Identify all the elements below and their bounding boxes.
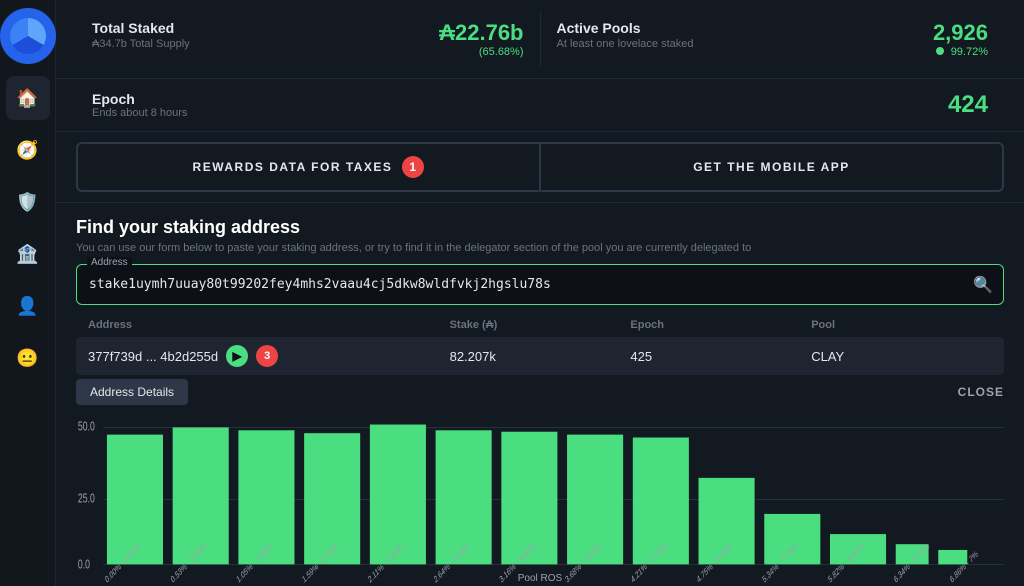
active-pools-value: 2,926 bbox=[933, 20, 988, 46]
epoch-row: Epoch Ends about 8 hours 424 bbox=[56, 79, 1024, 132]
total-staked-sublabel: ₳34.7b Total Supply bbox=[92, 38, 190, 50]
col-epoch: Epoch bbox=[630, 319, 811, 331]
rewards-button-label: REWARDS DATA FOR TAXES bbox=[193, 160, 393, 174]
rewards-data-button[interactable]: REWARDS DATA FOR TAXES 1 bbox=[76, 142, 541, 192]
bar-chart: 50.0 25.0 0.0 bbox=[76, 413, 1004, 586]
search-title: Find your staking address bbox=[76, 217, 1004, 238]
epoch-value: 424 bbox=[948, 91, 988, 119]
row-badge: 3 bbox=[256, 345, 278, 367]
rewards-badge: 1 bbox=[402, 156, 424, 178]
active-pools-sublabel: At least one lovelace staked bbox=[557, 38, 694, 50]
epoch-sublabel: Ends about 8 hours bbox=[92, 107, 187, 119]
bar-11 bbox=[764, 514, 820, 564]
row-arrow-icon: ▶ bbox=[226, 345, 248, 367]
col-pool: Pool bbox=[811, 319, 992, 331]
sidebar: 🏠 🧭 🛡️ 🏦 👤 😐 bbox=[0, 0, 56, 586]
app-logo[interactable] bbox=[0, 8, 56, 64]
address-details-button[interactable]: Address Details bbox=[76, 379, 188, 405]
total-staked-card: Total Staked ₳34.7b Total Supply ₳22.76b… bbox=[76, 12, 540, 66]
search-section: Find your staking address You can use ou… bbox=[56, 203, 1024, 313]
col-stake: Stake (₳) bbox=[450, 319, 631, 331]
epoch-label: Epoch bbox=[92, 91, 187, 107]
address-field-label: Address bbox=[87, 257, 132, 268]
mobile-button-label: GET THE MOBILE APP bbox=[693, 160, 850, 174]
stats-row: Total Staked ₳34.7b Total Supply ₳22.76b… bbox=[56, 0, 1024, 79]
sidebar-item-home[interactable]: 🏠 bbox=[6, 76, 50, 120]
table-section: Address Stake (₳) Epoch Pool 377f739d ..… bbox=[56, 313, 1024, 375]
address-input-wrap: Address 🔍 bbox=[76, 264, 1004, 305]
search-description: You can use our form below to paste your… bbox=[76, 242, 1004, 254]
row-pool: CLAY bbox=[811, 349, 992, 364]
sidebar-item-shield[interactable]: 🛡️ bbox=[6, 180, 50, 224]
row-epoch: 425 bbox=[630, 349, 811, 364]
main-content: Total Staked ₳34.7b Total Supply ₳22.76b… bbox=[56, 0, 1024, 586]
total-staked-label: Total Staked bbox=[92, 20, 190, 36]
y-label-25: 25.0 bbox=[78, 492, 95, 506]
sidebar-item-bank[interactable]: 🏦 bbox=[6, 232, 50, 276]
y-label-0: 0.0 bbox=[78, 558, 90, 572]
search-button[interactable]: 🔍 bbox=[973, 275, 993, 295]
action-row: REWARDS DATA FOR TAXES 1 GET THE MOBILE … bbox=[56, 132, 1024, 203]
close-button[interactable]: CLOSE bbox=[958, 385, 1004, 399]
address-input[interactable] bbox=[77, 265, 1003, 304]
table-header: Address Stake (₳) Epoch Pool bbox=[76, 313, 1004, 337]
table-row[interactable]: 377f739d ... 4b2d255d ▶ 3 82.207k 425 CL… bbox=[76, 337, 1004, 375]
active-pools-card: Active Pools At least one lovelace stake… bbox=[540, 12, 1005, 66]
active-pools-pct: 99.72% bbox=[933, 46, 988, 58]
sidebar-item-compass[interactable]: 🧭 bbox=[6, 128, 50, 172]
chart-area: 50.0 25.0 0.0 bbox=[56, 409, 1024, 586]
col-address: Address bbox=[88, 319, 450, 331]
row-address-text: 377f739d ... 4b2d255d bbox=[88, 349, 218, 364]
sidebar-item-smiley[interactable]: 😐 bbox=[6, 336, 50, 380]
mobile-app-button[interactable]: GET THE MOBILE APP bbox=[541, 142, 1004, 192]
active-pools-label: Active Pools bbox=[557, 20, 694, 36]
chart-x-axis-label: Pool ROS bbox=[518, 573, 562, 584]
total-staked-pct: (65.68%) bbox=[439, 46, 523, 58]
status-dot bbox=[936, 47, 944, 55]
row-stake: 82.207k bbox=[450, 349, 631, 364]
y-label-50: 50.0 bbox=[78, 420, 95, 434]
sidebar-item-user[interactable]: 👤 bbox=[6, 284, 50, 328]
row-address-cell: 377f739d ... 4b2d255d ▶ 3 bbox=[88, 345, 450, 367]
total-staked-value: ₳22.76b bbox=[439, 20, 523, 46]
